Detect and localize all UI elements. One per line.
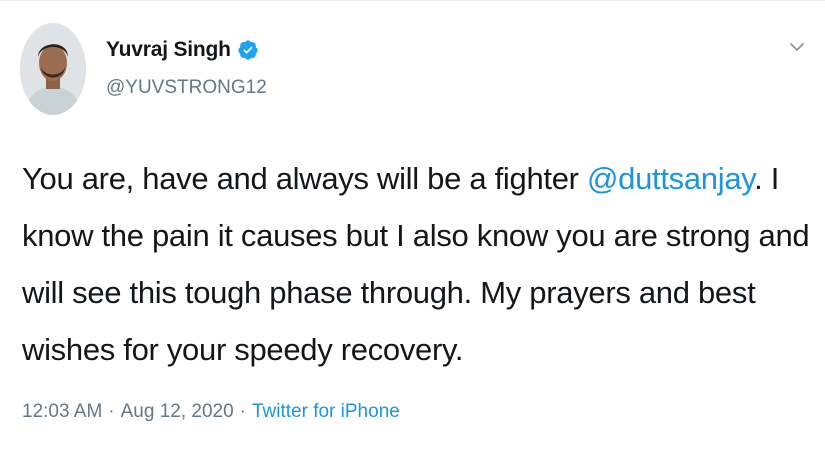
verified-badge-icon [237,39,259,61]
tweet-card: Yuvraj Singh @YUVSTRONG12 You are, have … [0,0,825,450]
tweet-metadata: 12:03 AM · Aug 12, 2020 · Twitter for iPhone [22,401,400,423]
tweet-source-link[interactable]: Twitter for iPhone [252,401,400,422]
tweet-text: You are, have and always will be a fight… [22,150,812,378]
meta-separator: · [239,401,246,422]
meta-separator: · [108,401,115,422]
tweet-date[interactable]: Aug 12, 2020 [121,401,234,422]
avatar[interactable] [20,23,86,115]
tweet-text-part-1: You are, have and always will be a fight… [22,161,587,196]
mention-link[interactable]: @duttsanjay [587,161,754,196]
user-handle[interactable]: @YUVSTRONG12 [106,77,267,99]
display-name[interactable]: Yuvraj Singh [106,38,231,62]
author-name-row[interactable]: Yuvraj Singh [106,37,259,63]
chevron-down-icon[interactable] [787,37,807,57]
tweet-time[interactable]: 12:03 AM [22,401,102,422]
profile-photo-icon [20,23,86,115]
